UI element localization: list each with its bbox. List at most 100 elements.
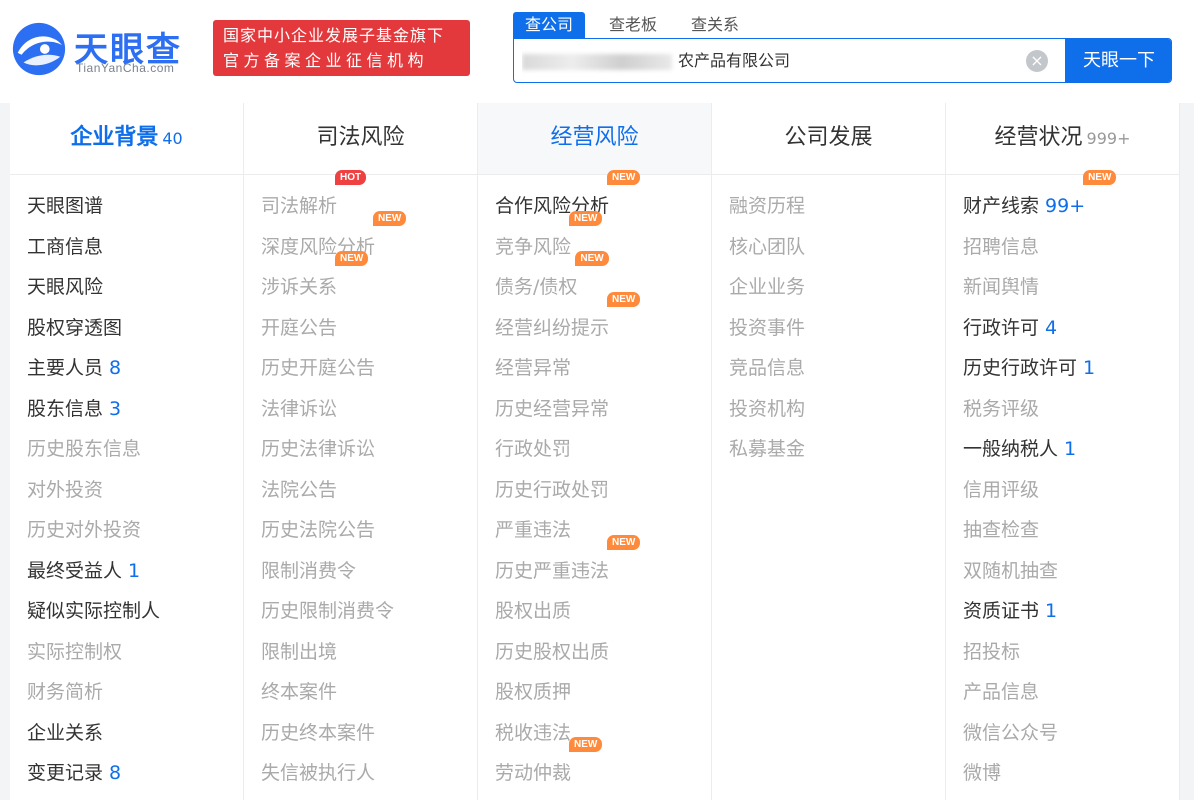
menu-item[interactable]: 新闻舆情 xyxy=(946,267,1179,308)
menu-item[interactable]: 税务评级 xyxy=(946,389,1179,430)
menu-item[interactable]: 融资历程 xyxy=(712,186,945,227)
menu-item-label: 天眼图谱 xyxy=(27,195,104,217)
menu-item-label: 疑似实际控制人 xyxy=(27,600,161,622)
menu-item[interactable]: 历史终本案件 xyxy=(244,713,477,754)
menu-item[interactable]: 竞品信息 xyxy=(712,348,945,389)
menu-item-label: 法院公告 xyxy=(261,478,338,501)
menu-item[interactable]: 财务简析 xyxy=(10,672,243,713)
menu-item[interactable]: 微信公众号 xyxy=(946,713,1179,754)
menu-item-label: 历史法院公告 xyxy=(261,519,376,541)
menu-item[interactable]: 天眼风险 xyxy=(10,267,243,308)
menu-item[interactable]: 对外投资 xyxy=(10,470,243,511)
menu-item-label: 税收违法 xyxy=(495,721,572,744)
menu-item[interactable]: 历史法律诉讼 xyxy=(244,429,477,470)
menu-item[interactable]: 资质证书 1 xyxy=(946,591,1179,632)
menu-item[interactable]: 投资机构 xyxy=(712,389,945,430)
menu-item[interactable]: 实际控制权 xyxy=(10,632,243,673)
menu-item[interactable]: 开庭公告 xyxy=(244,308,477,349)
column-header-judicial-risk[interactable]: 司法风险 xyxy=(244,103,477,175)
menu-item[interactable]: 历史股东信息 xyxy=(10,429,243,470)
menu-item[interactable]: 债务/债权 NEW xyxy=(478,251,711,308)
menu-item-label: 企业业务 xyxy=(729,276,806,298)
menu-item[interactable]: 财产线索 99+ NEW xyxy=(946,170,1179,227)
menu-item[interactable]: 企业关系 xyxy=(10,713,243,754)
tab-company[interactable]: 查公司 xyxy=(513,12,586,38)
menu-item[interactable]: 股权穿透图 xyxy=(10,308,243,349)
tab-boss[interactable]: 查老板 xyxy=(597,12,669,38)
menu-item[interactable]: 法律诉讼 xyxy=(244,389,477,430)
menu-item[interactable]: 行政处罚 xyxy=(478,429,711,470)
menu-item-label: 财务简析 xyxy=(27,681,104,703)
menu-item[interactable]: 限制出境 xyxy=(244,632,477,673)
menu-item[interactable]: 招投标 xyxy=(946,632,1179,673)
menu-item-label: 股权质押 xyxy=(495,681,572,703)
menu-item[interactable]: 行政许可 4 xyxy=(946,308,1179,349)
menu-item[interactable]: 法院公告 xyxy=(244,470,477,511)
menu-item[interactable]: 失信被执行人 xyxy=(244,753,477,794)
new-badge: NEW xyxy=(575,251,609,266)
column-header-operations[interactable]: 经营状况 999+ xyxy=(946,103,1179,175)
menu-item[interactable]: 天眼图谱 xyxy=(10,186,243,227)
menu-item[interactable]: 股权出质 xyxy=(478,591,711,632)
menu-item[interactable]: 历史法院公告 xyxy=(244,510,477,551)
menu-item-label: 历史行政许可 xyxy=(963,357,1078,379)
menu-item[interactable]: 历史股权出质 xyxy=(478,632,711,673)
column-header-development[interactable]: 公司发展 xyxy=(712,103,945,175)
menu-item[interactable]: 严重违法 xyxy=(478,510,711,551)
search-input[interactable]: 农产品有限公司 xyxy=(522,39,1062,82)
menu-item[interactable]: 涉诉关系 NEW xyxy=(244,251,477,308)
menu-item[interactable]: 历史对外投资 xyxy=(10,510,243,551)
menu-item[interactable]: 最终受益人 1 xyxy=(10,551,243,592)
menu-item[interactable]: 双随机抽查 xyxy=(946,551,1179,592)
menu-item[interactable]: 历史开庭公告 xyxy=(244,348,477,389)
menu-item[interactable]: 主要人员 8 xyxy=(10,348,243,389)
menu-item-label: 招投标 xyxy=(963,640,1021,663)
menu-item-label: 资质证书 xyxy=(963,600,1040,622)
menu-item[interactable]: 核心团队 xyxy=(712,227,945,268)
menu-item[interactable]: 产品信息 xyxy=(946,672,1179,713)
menu-item[interactable]: 终本案件 xyxy=(244,672,477,713)
menu-item-count: 1 xyxy=(128,559,141,582)
menu-item[interactable]: 投资事件 xyxy=(712,308,945,349)
menu-item[interactable]: 私募基金 xyxy=(712,429,945,470)
menu-item[interactable]: 疑似实际控制人 xyxy=(10,591,243,632)
menu-item[interactable]: 劳动仲裁 NEW xyxy=(478,737,711,794)
menu-item[interactable]: 历史行政许可 1 xyxy=(946,348,1179,389)
menu-item-label: 投资事件 xyxy=(729,316,806,339)
column-business-risk: 经营风险 合作风险分析NEW 竞争风险NEW 债务/债权NEW 经营纠纷提示NEW 经营异… xyxy=(478,103,712,800)
menu-item[interactable]: 信用评级 xyxy=(946,470,1179,511)
menu-item-label: 限制出境 xyxy=(261,640,338,663)
menu-item[interactable]: 抽查检查 xyxy=(946,510,1179,551)
menu-item[interactable]: 历史经营异常 xyxy=(478,389,711,430)
menu-item[interactable]: 经营纠纷提示 NEW xyxy=(478,291,711,349)
column-count: 999+ xyxy=(1086,129,1131,148)
column-header-background[interactable]: 企业背景 40 xyxy=(10,103,243,175)
search-button[interactable]: 天眼一下 xyxy=(1065,39,1171,82)
menu-item[interactable]: 股东信息 3 xyxy=(10,389,243,430)
site-header: 天眼查 TianYanCha.com 国家中小企业发展子基金旗下 官方备案企业征… xyxy=(0,0,1194,103)
menu-item[interactable]: 一般纳税人 1 xyxy=(946,429,1179,470)
menu-item[interactable]: 股权质押 xyxy=(478,672,711,713)
column-header-business-risk[interactable]: 经营风险 xyxy=(478,103,711,175)
badge-line-1: 国家中小企业发展子基金旗下 xyxy=(223,26,445,45)
menu-item[interactable]: 企业业务 xyxy=(712,267,945,308)
tianyancha-logo[interactable]: 天眼查 TianYanCha.com xyxy=(10,20,200,80)
menu-item-label: 信用评级 xyxy=(963,478,1040,501)
column-title: 企业背景 xyxy=(70,125,159,150)
menu-item[interactable]: 变更记录 8 xyxy=(10,753,243,794)
menu-item[interactable]: 工商信息 xyxy=(10,227,243,268)
menu-item[interactable]: 经营异常 xyxy=(478,348,711,389)
menu-item[interactable]: 历史行政处罚 xyxy=(478,470,711,511)
menu-item[interactable]: 历史严重违法 NEW xyxy=(478,534,711,592)
menu-item[interactable]: 历史限制消费令 xyxy=(244,591,477,632)
menu-item[interactable]: 招聘信息 xyxy=(946,227,1179,268)
tab-relation[interactable]: 查关系 xyxy=(679,12,751,38)
menu-item-label: 财产线索 xyxy=(963,195,1040,217)
menu-item-label: 涉诉关系 xyxy=(261,276,338,298)
menu-item[interactable]: 司法解析 HOT xyxy=(244,170,477,227)
clear-search-icon[interactable]: × xyxy=(1026,50,1048,72)
menu-item-count: 99+ xyxy=(1045,195,1086,217)
column-items: 财产线索 99+NEW 招聘信息 新闻舆情 行政许可 4 历史行政许可 1 税务评级 一般纳税人 1… xyxy=(946,170,1179,794)
menu-item[interactable]: 限制消费令 xyxy=(244,551,477,592)
menu-item[interactable]: 微博 xyxy=(946,753,1179,794)
